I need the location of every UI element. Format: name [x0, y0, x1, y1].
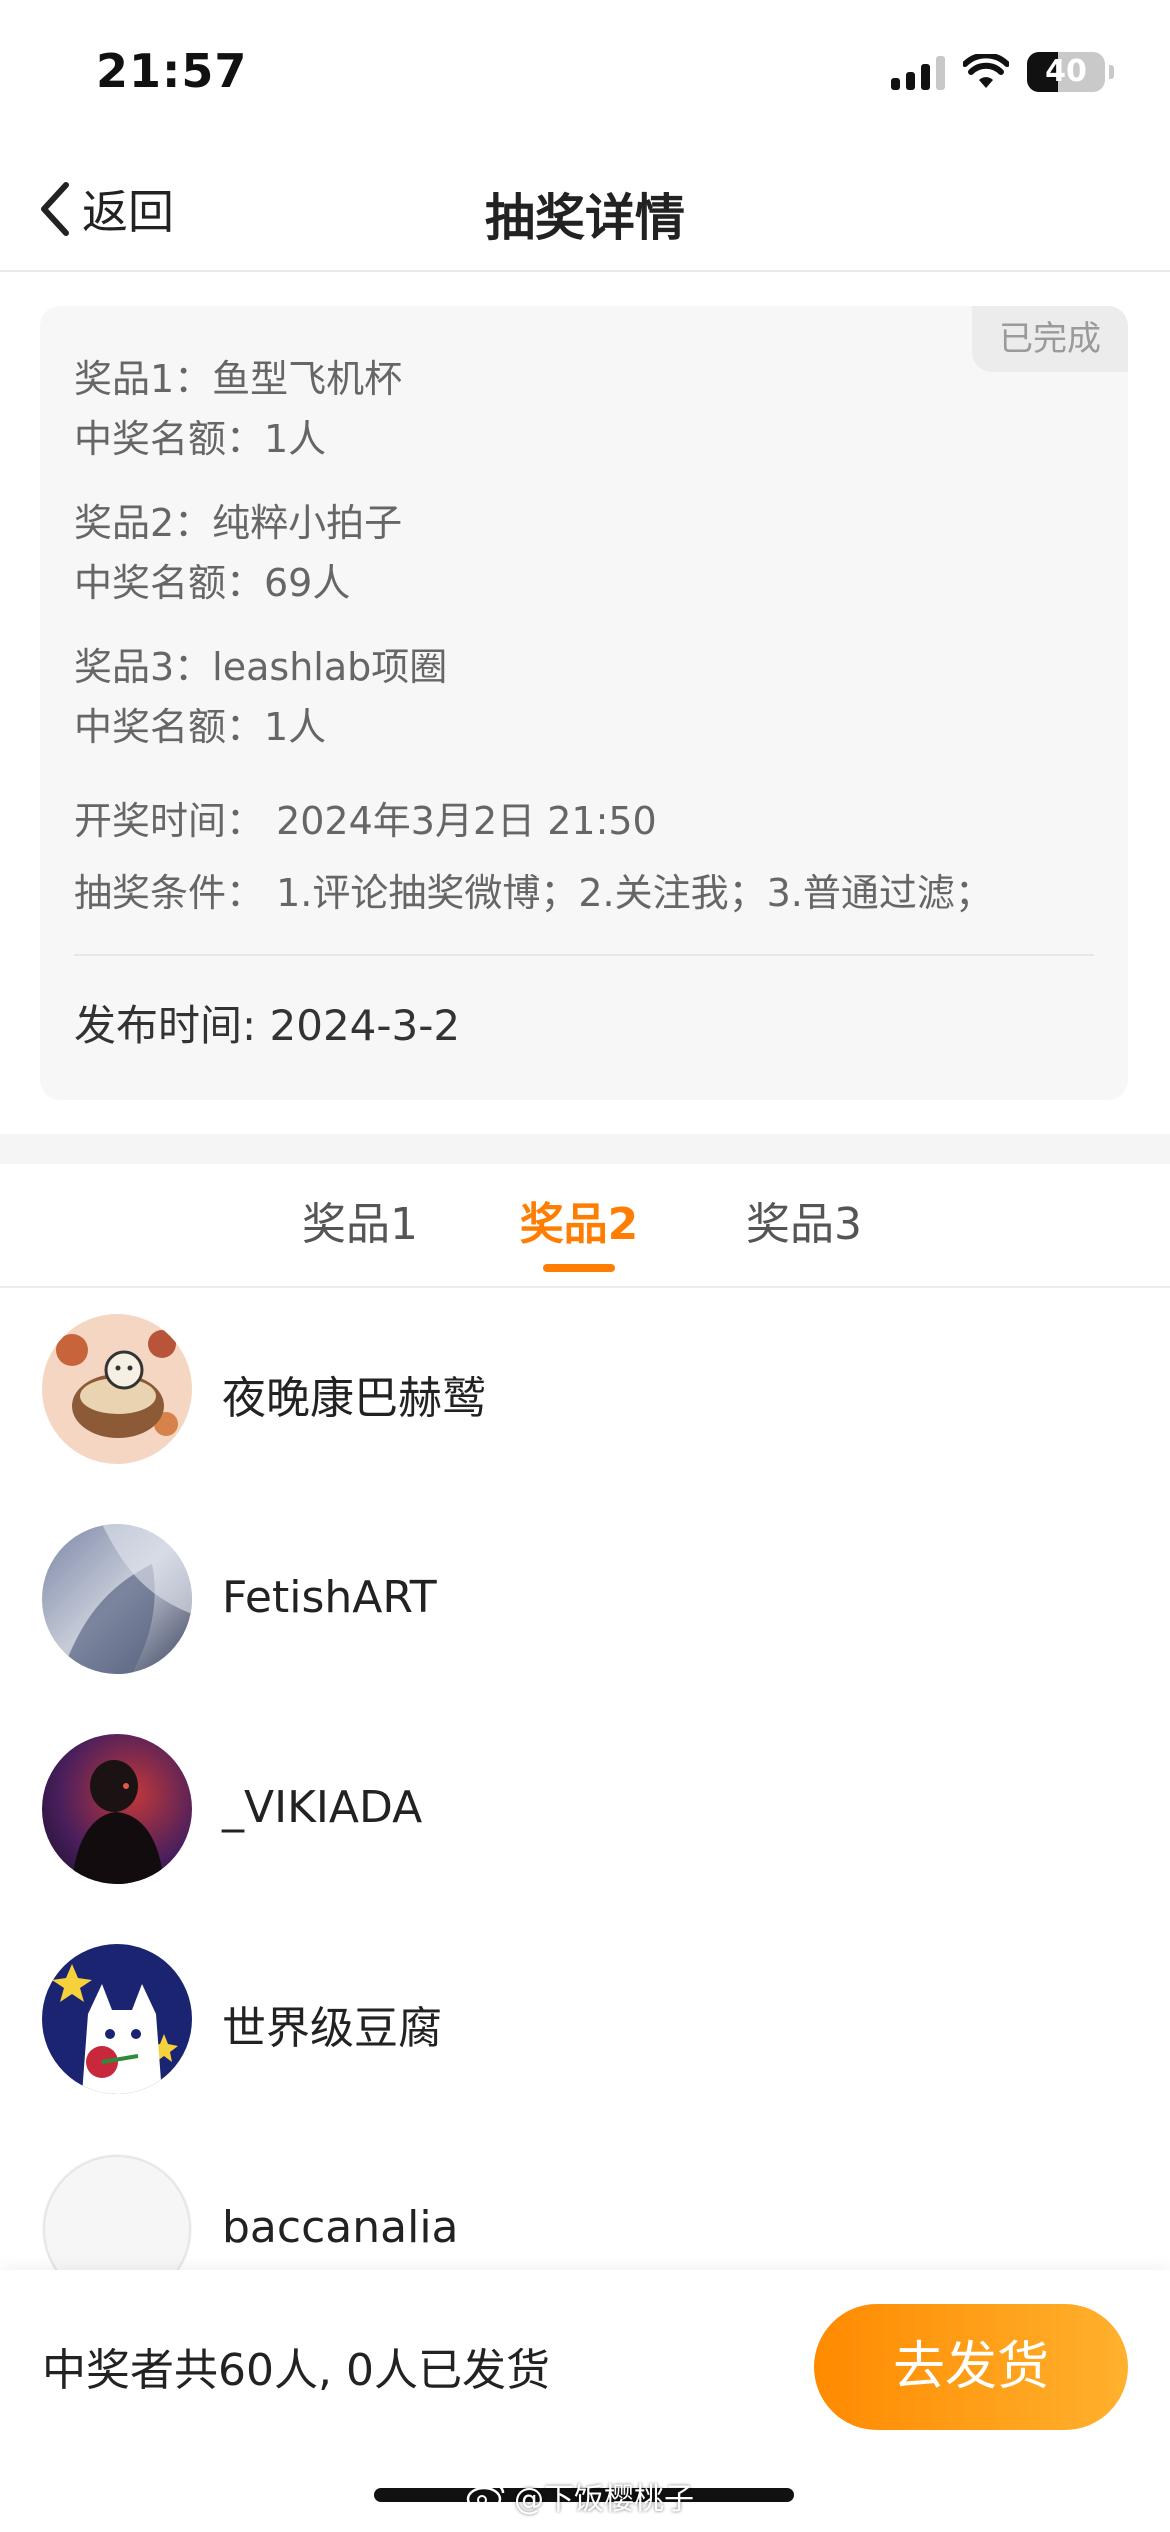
draw-conditions: 抽奖条件： 1.评论抽奖微博；2.关注我；3.普通过滤；: [74, 871, 993, 915]
lottery-info-card: 已完成 奖品1：鱼型飞机杯 中奖名额：1人 奖品2：纯粹小拍子 中奖名额：69人…: [40, 306, 1128, 1100]
bottom-action-bar: 中奖者共60人, 0人已发货 去发货 @下饭樱桃子: [0, 2270, 1170, 2532]
winner-list-item[interactable]: _VIKIADA: [0, 1734, 1170, 1884]
winner-name: _VIKIADA: [222, 1782, 423, 1833]
draw-time: 开奖时间： 2024年3月2日 21:50: [74, 799, 657, 843]
weibo-icon: [466, 2483, 505, 2511]
tab-prize-2[interactable]: 奖品2: [494, 1188, 664, 1252]
nav-bar: 返回 抽奖详情: [0, 150, 1170, 272]
prize-tabs: 奖品1 奖品2 奖品3: [0, 1164, 1170, 1288]
status-badge: 已完成: [972, 306, 1128, 372]
battery-icon: 40: [1027, 52, 1105, 92]
avatar: [42, 1944, 192, 2094]
winner-name: baccanalia: [222, 2202, 459, 2253]
divider: [74, 954, 1094, 956]
avatar: [42, 1314, 192, 1464]
prize-2-quota: 中奖名额：69人: [74, 561, 351, 605]
page-title: 抽奖详情: [485, 189, 685, 247]
winner-name: 世界级豆腐: [222, 2003, 442, 2054]
avatar: [42, 1734, 192, 1884]
status-time: 21:57: [96, 44, 248, 98]
prize-1-quota: 中奖名额：1人: [74, 417, 327, 461]
winner-name: 夜晚康巴赫鹫: [222, 1373, 486, 1424]
active-tab-indicator: [543, 1264, 615, 1272]
winner-list-item[interactable]: 夜晚康巴赫鹫: [0, 1314, 1170, 1464]
ship-button[interactable]: 去发货: [814, 2304, 1128, 2430]
watermark-text: @下饭樱桃子: [514, 2482, 694, 2517]
status-bar: 21:57 40: [0, 0, 1170, 140]
prize-3-quota: 中奖名额：1人: [74, 705, 327, 749]
wifi-icon: [963, 54, 1009, 88]
battery-tip: [1109, 65, 1114, 79]
signal-icon: [891, 54, 945, 90]
tab-prize-3[interactable]: 奖品3: [719, 1188, 889, 1252]
section-gap: [0, 1134, 1170, 1164]
winner-list-item[interactable]: FetishART: [0, 1524, 1170, 1674]
prize-2-name: 奖品2：纯粹小拍子: [74, 501, 403, 545]
winner-name: FetishART: [222, 1572, 437, 1623]
battery-level: 40: [1045, 54, 1087, 89]
prize-1-name: 奖品1：鱼型飞机杯: [74, 357, 403, 401]
winner-list-item[interactable]: 世界级豆腐: [0, 1944, 1170, 2094]
winner-summary: 中奖者共60人, 0人已发货: [42, 2345, 550, 2396]
status-icons: 40: [891, 52, 1114, 92]
tab-prize-1[interactable]: 奖品1: [275, 1188, 445, 1252]
watermark: @下饭樱桃子: [466, 2474, 694, 2518]
publish-time: 发布时间: 2024-3-2: [74, 1001, 461, 1050]
prize-3-name: 奖品3：leashlab项圈: [74, 645, 448, 689]
avatar: [42, 1524, 192, 1674]
